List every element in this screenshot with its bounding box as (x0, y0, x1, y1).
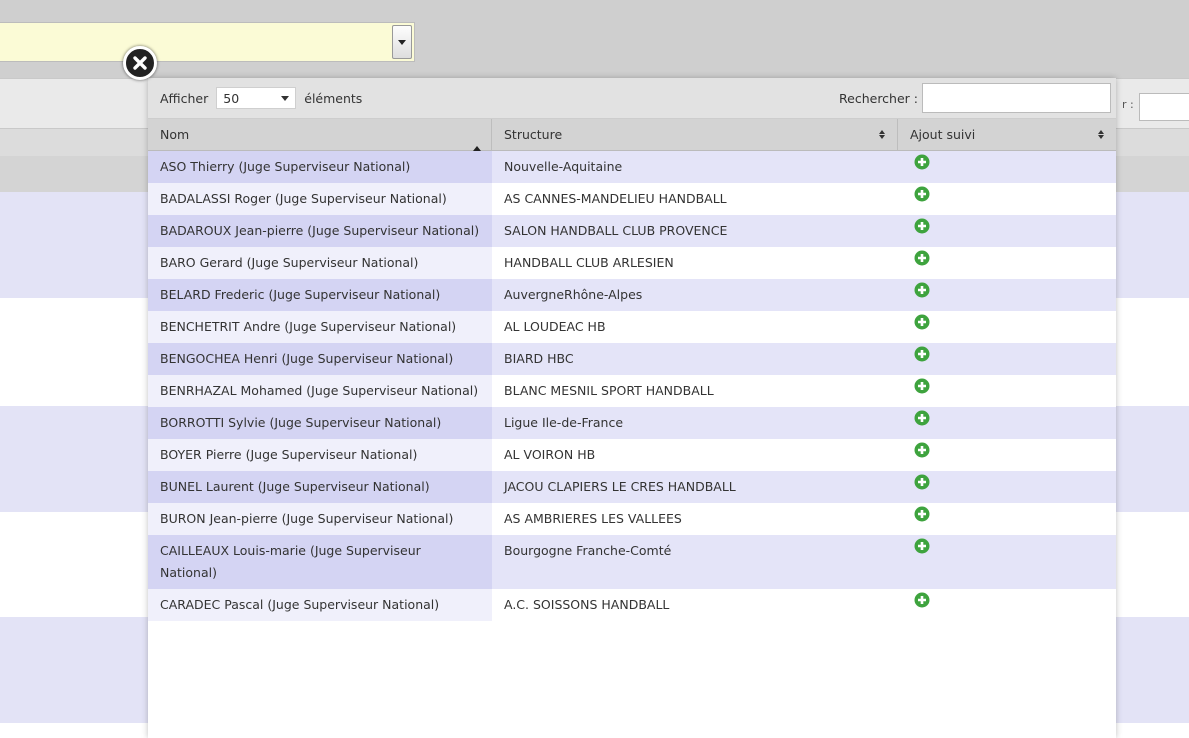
cell-structure: BLANC MESNIL SPORT HANDBALL (492, 375, 898, 407)
plus-circle-icon (914, 154, 930, 170)
cell-structure: AL VOIRON HB (492, 439, 898, 471)
cell-structure: AuvergneRhône-Alpes (492, 279, 898, 311)
cell-structure: AL LOUDEAC HB (492, 311, 898, 343)
length-control: Afficher 50 éléments (160, 87, 362, 109)
cell-nom: CAILLEAUX Louis-marie (Juge Superviseur … (148, 535, 492, 589)
table-row: BURON Jean-pierre (Juge Superviseur Nati… (148, 503, 1116, 535)
search-input[interactable] (922, 83, 1111, 113)
column-header-nom-label: Nom (160, 127, 190, 142)
table-row: ASO Thierry (Juge Superviseur National) … (148, 151, 1116, 183)
cell-nom: BOYER Pierre (Juge Superviseur National) (148, 439, 492, 471)
cell-nom: BUNEL Laurent (Juge Superviseur National… (148, 471, 492, 503)
plus-circle-icon (914, 442, 930, 458)
table-row: BENCHETRIT Andre (Juge Superviseur Natio… (148, 311, 1116, 343)
chevron-down-icon (281, 95, 290, 101)
table-row: BADAROUX Jean-pierre (Juge Superviseur N… (148, 215, 1116, 247)
column-header-ajout-suivi[interactable]: Ajout suivi (898, 119, 1116, 150)
cell-structure: A.C. SOISSONS HANDBALL (492, 589, 898, 621)
plus-circle-icon (914, 282, 930, 298)
length-suffix-label: éléments (304, 90, 363, 106)
add-follow-button[interactable] (898, 311, 1116, 343)
plus-circle-icon (914, 538, 930, 554)
table-row: BENRHAZAL Mohamed (Juge Superviseur Nati… (148, 375, 1116, 407)
cell-structure: Nouvelle-Aquitaine (492, 151, 898, 183)
add-follow-button[interactable] (898, 151, 1116, 183)
table-row: BADALASSI Roger (Juge Superviseur Nation… (148, 183, 1116, 215)
page-length-value: 50 (223, 90, 240, 106)
plus-circle-icon (914, 592, 930, 608)
cell-nom: CARADEC Pascal (Juge Superviseur Nationa… (148, 589, 492, 621)
cell-structure: Bourgogne Franche-Comté (492, 535, 898, 589)
add-follow-button[interactable] (898, 407, 1116, 439)
add-follow-button[interactable] (898, 375, 1116, 407)
cell-nom: BURON Jean-pierre (Juge Superviseur Nati… (148, 503, 492, 535)
plus-circle-icon (914, 250, 930, 266)
sort-both-icon (879, 130, 885, 139)
plus-circle-icon (914, 378, 930, 394)
cell-nom: BENCHETRIT Andre (Juge Superviseur Natio… (148, 311, 492, 343)
length-prefix-label: Afficher (160, 90, 209, 106)
sort-both-icon (1098, 130, 1104, 139)
table-row: BUNEL Laurent (Juge Superviseur National… (148, 471, 1116, 503)
table-controls: Afficher 50 éléments Rechercher : (148, 78, 1116, 119)
search-control: Rechercher : (839, 83, 1111, 113)
table-row: CARADEC Pascal (Juge Superviseur Nationa… (148, 589, 1116, 621)
cell-structure: AS CANNES-MANDELIEU HANDBALL (492, 183, 898, 215)
plus-circle-icon (914, 346, 930, 362)
table-row: BENGOCHEA Henri (Juge Superviseur Nation… (148, 343, 1116, 375)
cell-nom: BARO Gerard (Juge Superviseur National) (148, 247, 492, 279)
column-header-ajout-suivi-label: Ajout suivi (910, 127, 976, 142)
background-select[interactable] (0, 22, 415, 62)
background-search-label: r : (1122, 98, 1134, 111)
search-label: Rechercher : (839, 90, 918, 106)
cell-structure: HANDBALL CLUB ARLESIEN (492, 247, 898, 279)
add-follow-button[interactable] (898, 215, 1116, 247)
add-follow-button[interactable] (898, 247, 1116, 279)
plus-circle-icon (914, 410, 930, 426)
cell-structure: Ligue Ile-de-France (492, 407, 898, 439)
close-button[interactable] (123, 46, 157, 80)
cell-structure: JACOU CLAPIERS LE CRES HANDBALL (492, 471, 898, 503)
column-header-structure-label: Structure (504, 127, 563, 142)
cell-nom: BELARD Frederic (Juge Superviseur Nation… (148, 279, 492, 311)
cell-nom: ASO Thierry (Juge Superviseur National) (148, 151, 492, 183)
cell-nom: BENGOCHEA Henri (Juge Superviseur Nation… (148, 343, 492, 375)
add-follow-button[interactable] (898, 535, 1116, 589)
column-header-nom[interactable]: Nom (148, 119, 492, 151)
cell-structure: BIARD HBC (492, 343, 898, 375)
table-row: BELARD Frederic (Juge Superviseur Nation… (148, 279, 1116, 311)
table-row: BOYER Pierre (Juge Superviseur National)… (148, 439, 1116, 471)
add-follow-button[interactable] (898, 471, 1116, 503)
add-follow-button[interactable] (898, 279, 1116, 311)
plus-circle-icon (914, 314, 930, 330)
table-row: BARO Gerard (Juge Superviseur National) … (148, 247, 1116, 279)
table-header: Nom Structure Ajout suivi (148, 119, 1116, 151)
cell-nom: BADALASSI Roger (Juge Superviseur Nation… (148, 183, 492, 215)
cell-nom: BENRHAZAL Mohamed (Juge Superviseur Nati… (148, 375, 492, 407)
plus-circle-icon (914, 186, 930, 202)
column-header-structure[interactable]: Structure (492, 119, 898, 150)
add-follow-button[interactable] (898, 183, 1116, 215)
cell-nom: BORROTTI Sylvie (Juge Superviseur Nation… (148, 407, 492, 439)
supervisor-modal: Afficher 50 éléments Rechercher : Nom St… (148, 78, 1116, 738)
add-follow-button[interactable] (898, 439, 1116, 471)
add-follow-button[interactable] (898, 343, 1116, 375)
background-search-input[interactable] (1139, 93, 1189, 121)
add-follow-button[interactable] (898, 589, 1116, 621)
page-length-select[interactable]: 50 (216, 87, 297, 109)
table-row: CAILLEAUX Louis-marie (Juge Superviseur … (148, 535, 1116, 589)
plus-circle-icon (914, 218, 930, 234)
table-row: BORROTTI Sylvie (Juge Superviseur Nation… (148, 407, 1116, 439)
sort-asc-icon (473, 131, 481, 151)
close-icon (133, 56, 147, 70)
cell-structure: AS AMBRIERES LES VALLEES (492, 503, 898, 535)
add-follow-button[interactable] (898, 503, 1116, 535)
table-body: ASO Thierry (Juge Superviseur National) … (148, 151, 1116, 621)
cell-structure: SALON HANDBALL CLUB PROVENCE (492, 215, 898, 247)
chevron-down-icon (398, 39, 406, 45)
plus-circle-icon (914, 506, 930, 522)
cell-nom: BADAROUX Jean-pierre (Juge Superviseur N… (148, 215, 492, 247)
plus-circle-icon (914, 474, 930, 490)
background-select-dropdown-button[interactable] (392, 25, 412, 59)
